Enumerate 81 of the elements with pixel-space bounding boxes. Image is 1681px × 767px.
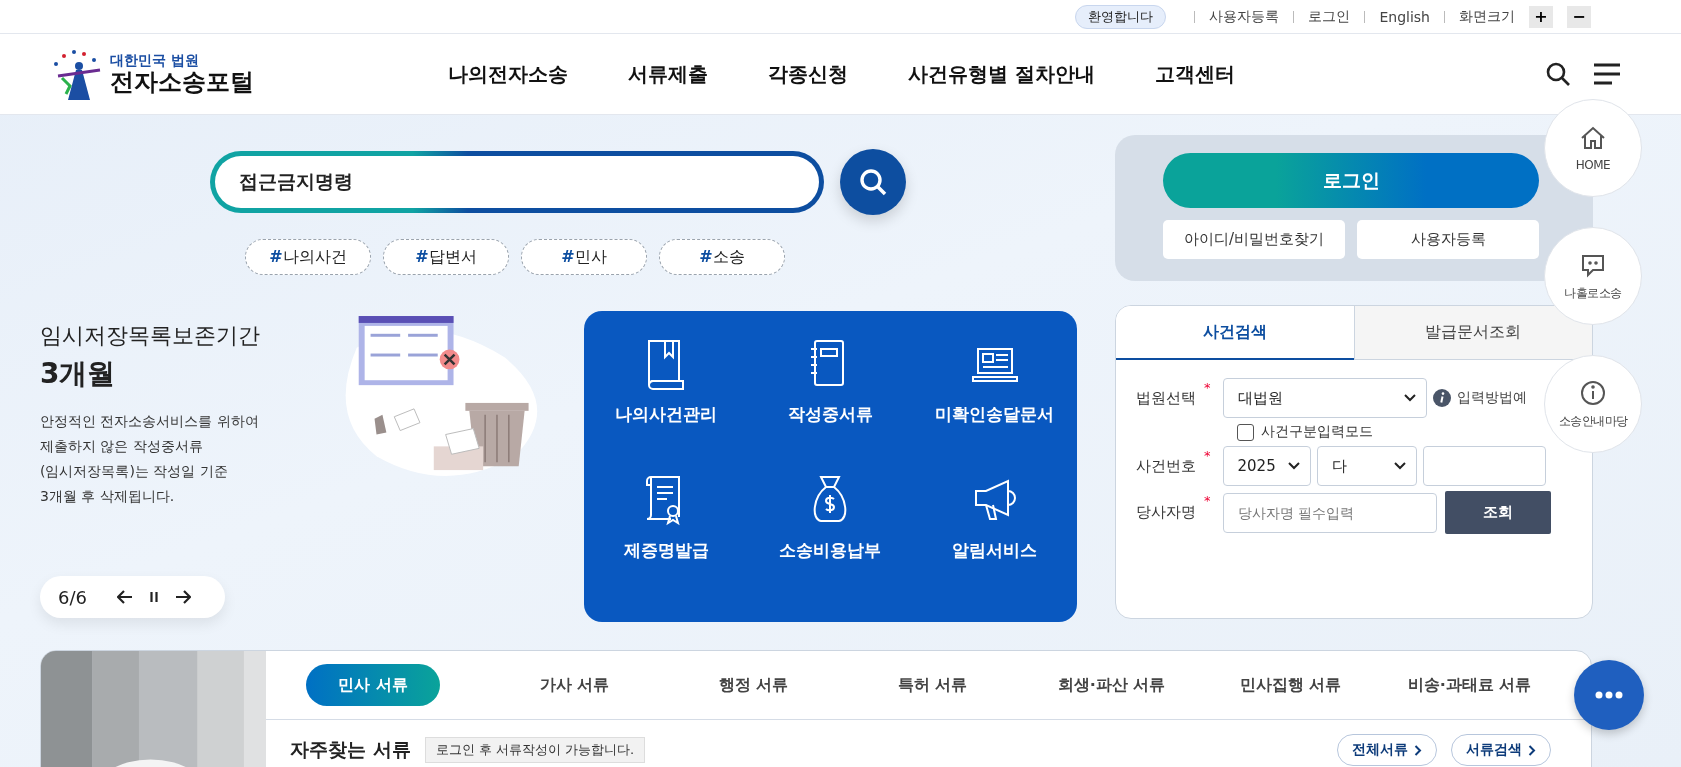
font-size-button[interactable]: + (1529, 5, 1553, 28)
case-search-tab[interactable]: 사건검색 (1116, 306, 1354, 360)
nav-item[interactable]: 고객센터 (1154, 60, 1235, 88)
welcome-badge: 환영합니다 (1075, 4, 1167, 29)
document-category-tab[interactable]: 가사 서류 (485, 664, 664, 706)
search-icon (858, 167, 888, 197)
case-search-tab[interactable]: 발급문서조회 (1353, 306, 1592, 360)
quick-menu-item[interactable]: 미확인송달문서 (912, 335, 1077, 471)
home-icon (1579, 124, 1607, 152)
document-category-tab[interactable]: 민사집행 서류 (1201, 664, 1380, 706)
nav-item[interactable]: 각종신청 (768, 60, 848, 88)
field-label: 당사자명 (1136, 503, 1197, 522)
login-link-button[interactable]: 아이디/비밀번호찾기 (1163, 220, 1345, 259)
hashtag-button[interactable]: #소송 (659, 239, 785, 275)
document-category-tab[interactable]: 회생·파산 서류 (1022, 664, 1201, 706)
case-number-input[interactable] (1422, 446, 1546, 486)
logo-title[interactable]: 전자소송포털 (110, 68, 254, 95)
nav-item[interactable]: 서류제출 (628, 60, 708, 88)
ellipsis-icon (1594, 690, 1624, 700)
nav-item[interactable]: 사건유형별 절차안내 (908, 60, 1095, 88)
hashtag-button[interactable]: #민사 (521, 239, 647, 275)
required-mark: * (1204, 380, 1211, 395)
section-title: 자주찾는 서류 (290, 737, 411, 762)
font-size-button[interactable]: − (1567, 5, 1591, 28)
pause-icon[interactable] (148, 591, 159, 603)
promo-text: 제출하지 않은 작성중서류 (40, 437, 204, 456)
chatbot-button[interactable] (1574, 660, 1644, 730)
document-category-tab[interactable]: 행정 서류 (664, 664, 843, 706)
quick-menu-item[interactable]: 알림서비스 (912, 470, 1077, 606)
chevron-right-icon (1414, 744, 1422, 756)
document-category-tab[interactable]: 특허 서류 (843, 664, 1022, 706)
required-mark: * (1204, 448, 1211, 463)
promo-highlight: 3개월 (40, 356, 117, 392)
year-select[interactable]: 2025 (1222, 446, 1311, 486)
quick-menu-item[interactable]: 나의사건관리 (584, 335, 749, 471)
chevron-down-icon (1287, 462, 1300, 470)
info-icon (1432, 389, 1451, 407)
field-label: 사건번호 (1136, 456, 1197, 476)
checkbox-label: 사건구분입력모드 (1261, 423, 1373, 441)
chevron-down-icon (1393, 462, 1406, 470)
promo-title: 임시저장목록보존기간 (40, 322, 261, 350)
promo-text: 3개월 후 삭제됩니다. (40, 487, 176, 506)
chevron-right-icon (1528, 744, 1536, 756)
party-name-input[interactable]: 당사자명 필수입력 (1222, 492, 1437, 533)
quick-menu-item[interactable]: 제증명발급 (584, 470, 749, 606)
quick-menu-item[interactable]: 작성중서류 (748, 335, 913, 471)
required-mark: * (1204, 493, 1211, 508)
field-label: 법원선택 (1136, 388, 1197, 408)
nav-item[interactable]: 나의전자소송 (448, 60, 568, 88)
top-link[interactable]: 로그인 (1308, 7, 1351, 26)
input-help-link[interactable]: 입력방법예 (1456, 389, 1527, 407)
top-link[interactable]: 사용자등록 (1209, 7, 1280, 26)
quick-link-button[interactable]: 나홀로소송 (1544, 227, 1642, 325)
search-submit-button[interactable]: 조회 (1444, 491, 1551, 534)
info-icon (1579, 378, 1607, 407)
search-field[interactable]: 접근금지명령 (210, 151, 824, 213)
login-link-button[interactable]: 사용자등록 (1357, 220, 1539, 259)
court-select[interactable]: 대법원 (1222, 378, 1427, 418)
previous-arrow-icon[interactable] (116, 590, 133, 604)
search-button[interactable] (840, 149, 906, 215)
menu-icon[interactable] (1593, 63, 1621, 85)
chevron-down-icon (1403, 394, 1416, 402)
top-link[interactable]: English (1379, 8, 1430, 25)
hashtag-button[interactable]: #나의사건 (245, 239, 371, 275)
logo-subtitle: 대한민국 법원 (110, 53, 200, 69)
quick-menu-item[interactable]: 소송비용납부 (748, 470, 913, 606)
login-notice: 로그인 후 서류작성이 가능합니다. (424, 737, 646, 763)
slide-counter: 6/6 (58, 586, 87, 608)
search-icon[interactable] (1545, 61, 1571, 87)
next-arrow-icon[interactable] (174, 590, 191, 604)
checkbox[interactable] (1237, 423, 1254, 441)
document-link-button[interactable]: 서류검색 (1451, 734, 1551, 766)
case-type-select[interactable]: 다 (1316, 446, 1417, 486)
document-category-tab[interactable]: 비송·과태료 서류 (1380, 664, 1559, 706)
login-button[interactable]: 로그인 (1163, 153, 1539, 208)
hashtag-button[interactable]: #답변서 (383, 239, 509, 275)
document-link-button[interactable]: 전체서류 (1337, 734, 1437, 766)
document-category-tab[interactable]: 민사 서류 (306, 664, 440, 706)
promo-text: (임시저장목록)는 작성일 기준 (40, 462, 229, 481)
promo-text: 안정적인 전자소송서비스를 위하여 (40, 412, 260, 431)
font-size-label: 화면크기 (1459, 7, 1515, 26)
